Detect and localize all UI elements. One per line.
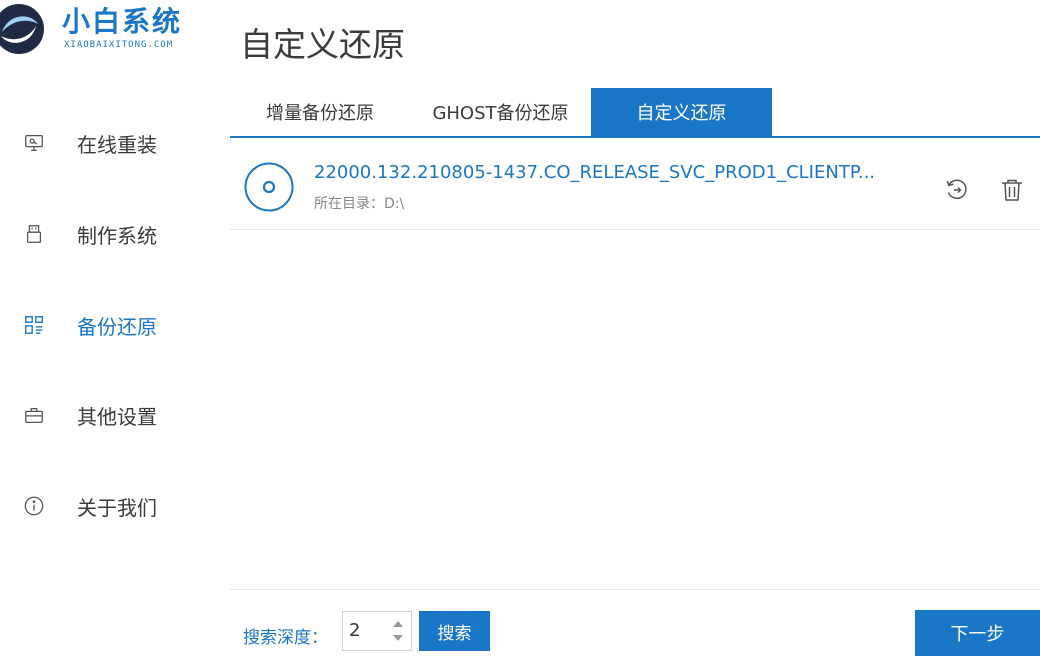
monitor-icon [22,131,46,155]
next-step-button[interactable]: 下一步 [915,610,1040,656]
sidebar-item-make-system[interactable]: 制作系统 [0,212,200,256]
file-name: 22000.132.210805-1437.CO_RELEASE_SVC_PRO… [314,162,876,183]
tab-custom-restore[interactable]: 自定义还原 [591,88,772,136]
image-list: 22000.132.210805-1437.CO_RELEASE_SVC_PRO… [230,140,1040,230]
sidebar-item-label: 其他设置 [77,404,157,429]
disc-icon [244,162,294,212]
stepper-up-icon[interactable] [391,618,405,630]
search-depth-label: 搜索深度： [243,628,328,648]
search-depth-value[interactable]: 2 [349,620,360,641]
restore-icon[interactable] [943,176,971,204]
sidebar-item-online-reinstall[interactable]: 在线重装 [0,121,200,165]
sidebar-item-label: 在线重装 [77,132,157,157]
search-depth-stepper[interactable]: 2 [342,611,412,651]
logo-mark-icon [0,4,44,54]
sidebar-item-label: 关于我们 [77,495,157,520]
info-icon [22,494,46,518]
stepper-down-icon[interactable] [391,632,405,644]
search-button[interactable]: 搜索 [419,611,490,651]
tab-incremental-backup-restore[interactable]: 增量备份还原 [230,88,410,136]
sidebar-item-label: 制作系统 [77,223,157,248]
backup-grid-icon [22,313,46,337]
sidebar-item-other-settings[interactable]: 其他设置 [0,393,200,437]
sidebar-item-about-us[interactable]: 关于我们 [0,484,200,528]
sidebar-item-backup-restore[interactable]: 备份还原 [0,303,200,347]
briefcase-icon [22,403,46,427]
logo: 小白系统 XIAOBAIXITONG.COM [0,0,225,62]
footer-bar: 搜索深度： 2 搜索 下一步 [230,589,1040,670]
file-directory: 所在目录：D:\ [314,196,405,212]
usb-drive-icon [22,222,46,246]
tab-bar: 增量备份还原 GHOST备份还原 自定义还原 [230,88,1040,138]
tab-ghost-backup-restore[interactable]: GHOST备份还原 [410,88,591,136]
sidebar-item-label: 备份还原 [77,314,157,339]
trash-icon[interactable] [998,176,1026,204]
logo-name: 小白系统 [62,5,183,38]
logo-site: XIAOBAIXITONG.COM [64,40,174,50]
page-title: 自定义还原 [240,25,405,64]
list-item[interactable]: 22000.132.210805-1437.CO_RELEASE_SVC_PRO… [230,140,1040,230]
